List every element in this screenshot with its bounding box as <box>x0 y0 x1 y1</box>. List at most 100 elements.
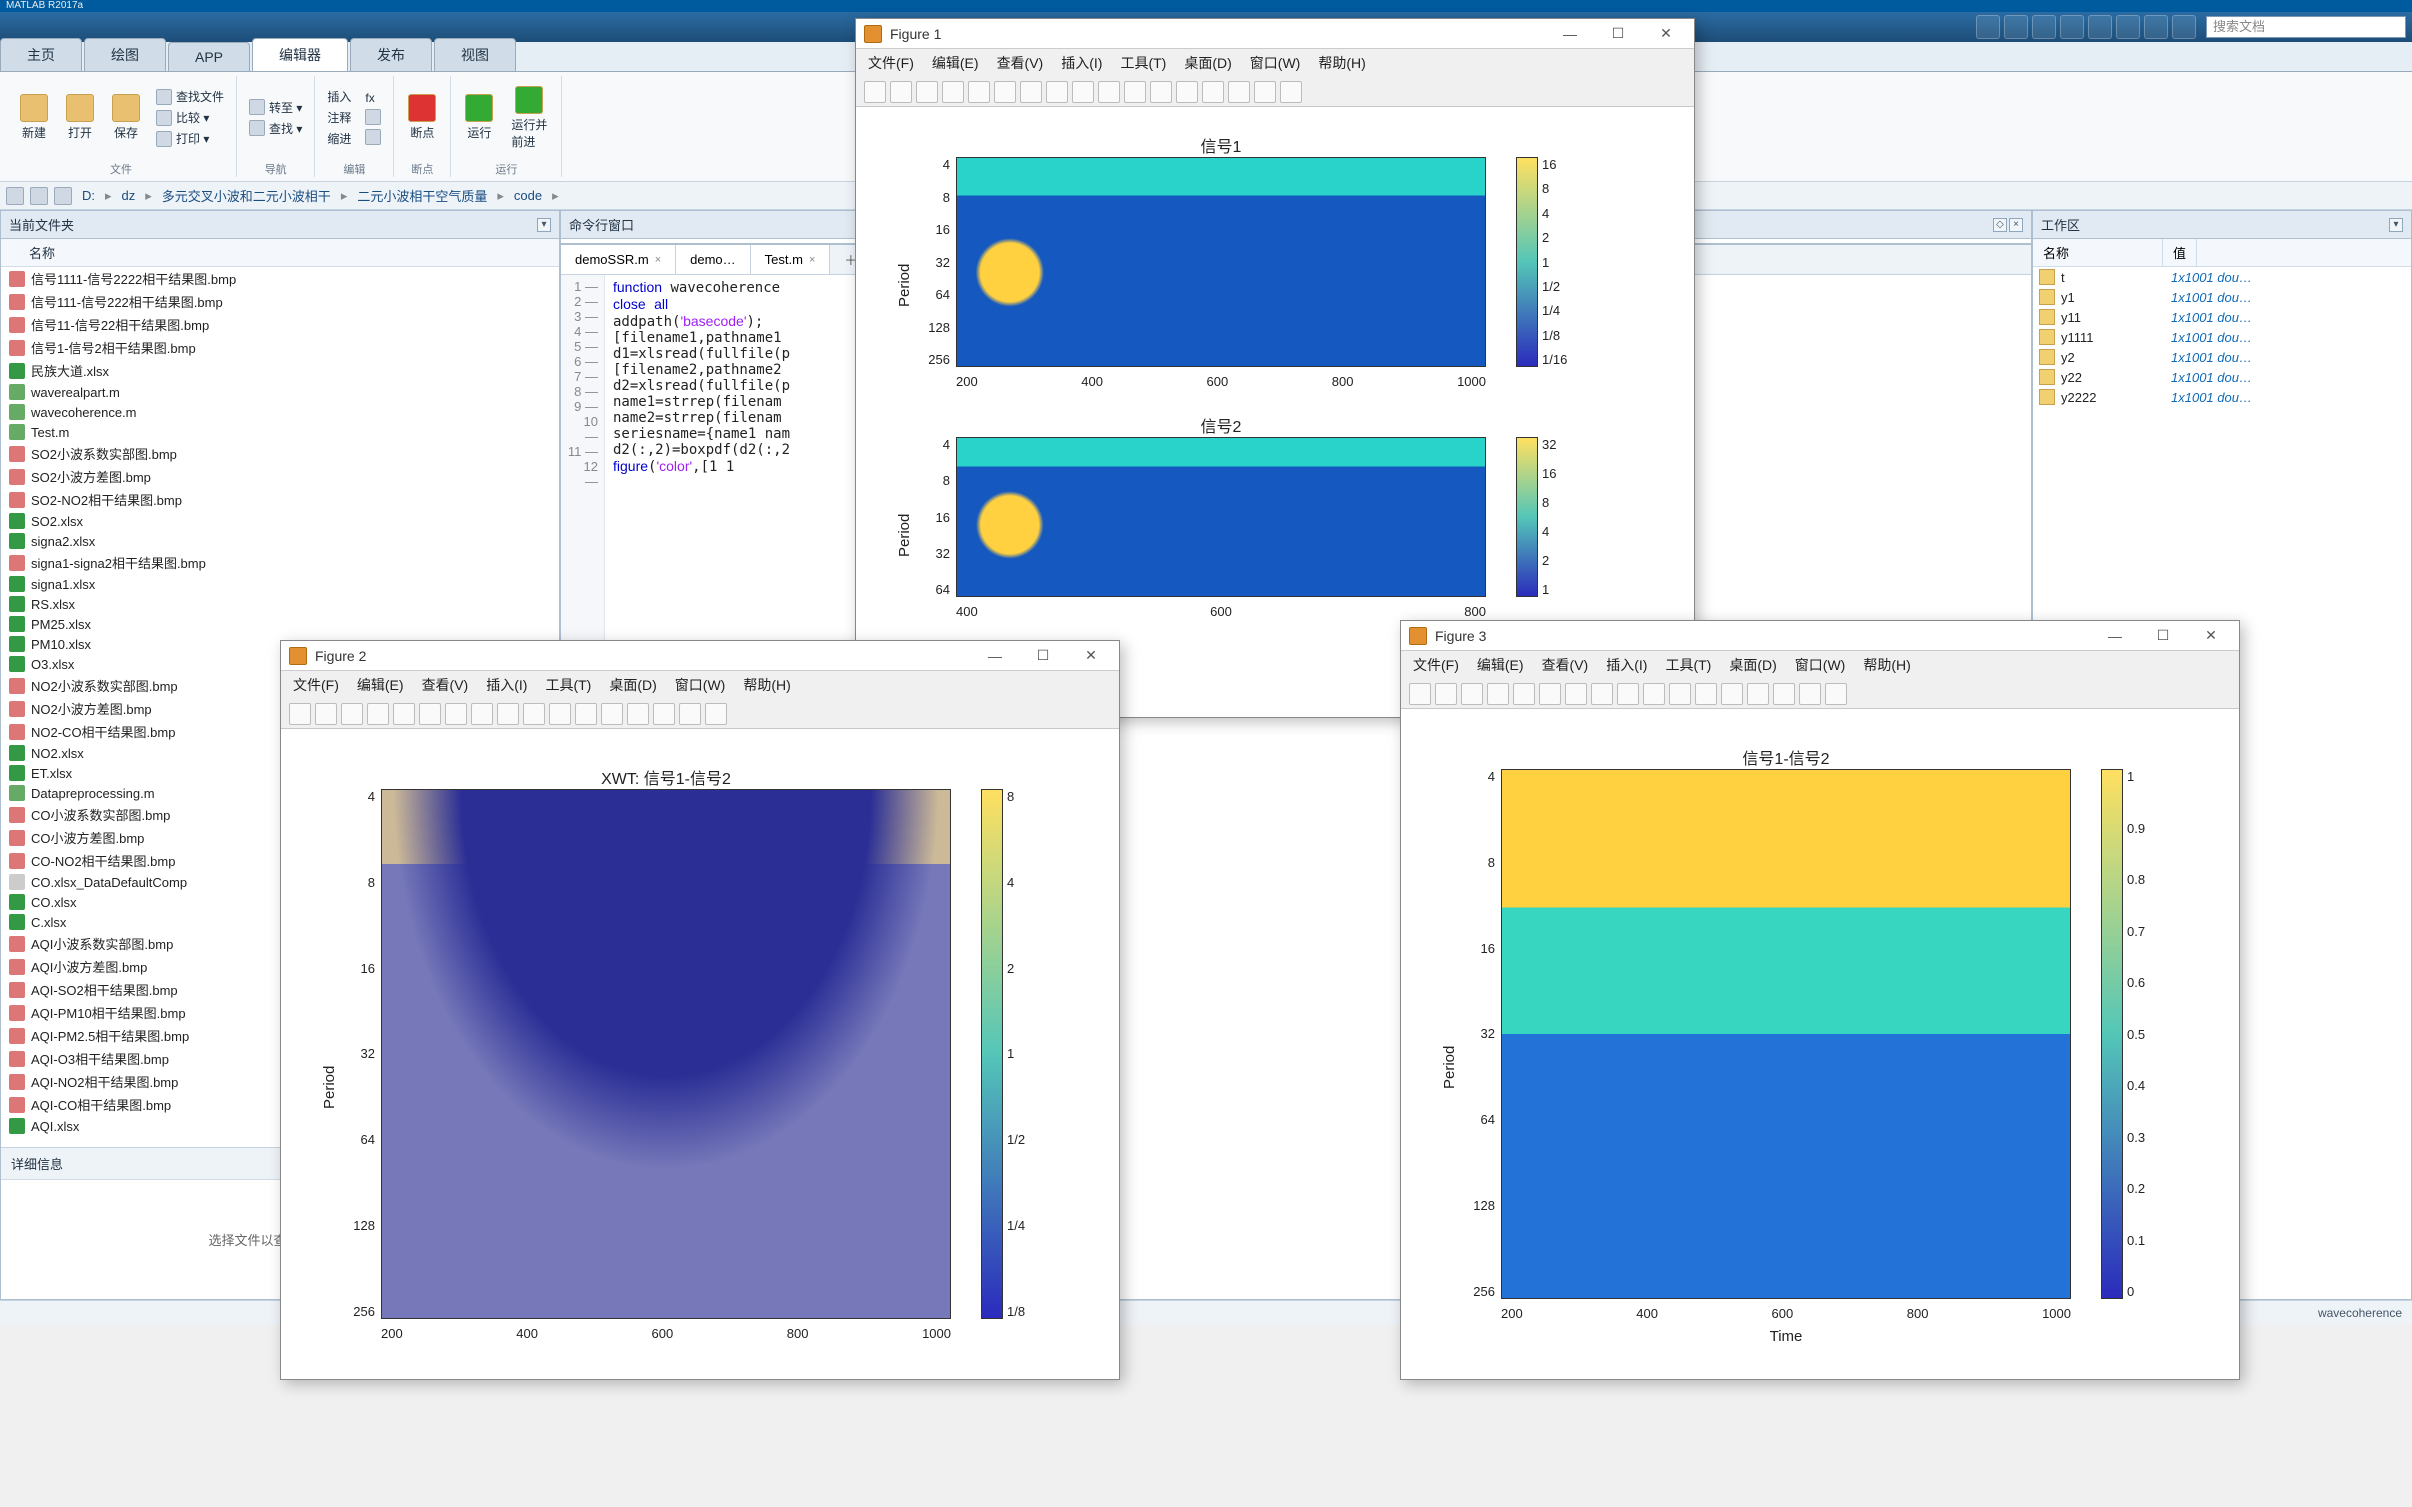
menu-edit[interactable]: 编辑(E) <box>932 53 979 73</box>
pointer-icon[interactable] <box>1513 683 1535 705</box>
brush-icon[interactable] <box>1669 683 1691 705</box>
menu-desktop[interactable]: 桌面(D) <box>1729 655 1776 675</box>
qat-icon[interactable] <box>2032 15 2056 39</box>
axes[interactable] <box>956 157 1486 367</box>
pan-icon[interactable] <box>1591 683 1613 705</box>
link-icon[interactable] <box>1150 81 1172 103</box>
new-fig-icon[interactable] <box>1409 683 1431 705</box>
colorbar[interactable] <box>1516 437 1538 597</box>
tab-apps[interactable]: APP <box>168 42 250 71</box>
menu-tools[interactable]: 工具(T) <box>1665 655 1711 675</box>
qat-icon[interactable] <box>2144 15 2168 39</box>
menu-insert[interactable]: 插入(I) <box>486 675 527 695</box>
print-icon[interactable] <box>367 703 389 725</box>
close-icon[interactable]: × <box>809 254 815 266</box>
workspace-row[interactable]: y22221x1001 dou… <box>2033 387 2411 407</box>
back-icon[interactable] <box>6 187 24 205</box>
open-icon[interactable] <box>1435 683 1457 705</box>
menu-desktop[interactable]: 桌面(D) <box>1184 53 1231 73</box>
run-advance-button[interactable]: 运行并 前进 <box>505 84 553 152</box>
edit-icon-button[interactable] <box>361 128 385 146</box>
dock-icon[interactable] <box>653 703 675 725</box>
tile-icon[interactable] <box>1280 81 1302 103</box>
file-row[interactable]: 信号1111-信号2222相干结果图.bmp <box>1 267 559 290</box>
axes[interactable] <box>381 789 951 1319</box>
tab-view[interactable]: 视图 <box>434 38 516 71</box>
zoom-in-icon[interactable] <box>1539 683 1561 705</box>
path-seg[interactable]: dz <box>118 188 140 203</box>
file-row[interactable]: Test.m <box>1 422 559 442</box>
file-row[interactable]: wavecoherence.m <box>1 402 559 422</box>
save-icon[interactable] <box>916 81 938 103</box>
stop-icon[interactable] <box>1254 81 1276 103</box>
insert-button[interactable]: 插入 <box>323 87 355 106</box>
search-docs-input[interactable]: 搜索文档 <box>2206 16 2406 38</box>
print-icon[interactable] <box>942 81 964 103</box>
zoom-out-icon[interactable] <box>445 703 467 725</box>
menu-help[interactable]: 帮助(H) <box>1863 655 1910 675</box>
maximize-button[interactable]: ☐ <box>1598 22 1638 46</box>
file-row[interactable]: signa1.xlsx <box>1 574 559 594</box>
menu-view[interactable]: 查看(V) <box>997 53 1044 73</box>
colorbar-icon[interactable] <box>601 703 623 725</box>
workspace-row[interactable]: y111x1001 dou… <box>2033 307 2411 327</box>
zoom-in-icon[interactable] <box>419 703 441 725</box>
file-row[interactable]: 信号111-信号222相干结果图.bmp <box>1 290 559 313</box>
tab-plots[interactable]: 绘图 <box>84 38 166 71</box>
close-button[interactable]: ✕ <box>2191 624 2231 648</box>
menu-window[interactable]: 窗口(W) <box>1795 655 1846 675</box>
editor-tab[interactable]: Test.m× <box>751 245 831 274</box>
figure-1-window[interactable]: Figure 1 — ☐ ✕ 文件(F) 编辑(E) 查看(V) 插入(I) 工… <box>855 18 1695 718</box>
menu-file[interactable]: 文件(F) <box>868 53 914 73</box>
edit-icon-button[interactable] <box>361 108 385 126</box>
editor-tab[interactable]: demo… <box>676 245 751 274</box>
path-seg[interactable]: 二元小波相干空气质量 <box>353 186 491 205</box>
col-name[interactable]: 名称 <box>2033 239 2163 266</box>
panel-dock-icon[interactable]: ◇ <box>1993 218 2007 232</box>
menu-edit[interactable]: 编辑(E) <box>1477 655 1524 675</box>
dock-icon[interactable] <box>1773 683 1795 705</box>
file-row[interactable]: SO2.xlsx <box>1 511 559 531</box>
workspace-row[interactable]: y21x1001 dou… <box>2033 347 2411 367</box>
minimize-button[interactable]: — <box>1550 22 1590 46</box>
axes[interactable] <box>956 437 1486 597</box>
fx-button[interactable]: fx <box>361 90 385 106</box>
open-button[interactable]: 打开 <box>60 92 100 143</box>
path-seg[interactable]: code <box>510 188 546 203</box>
new-fig-icon[interactable] <box>289 703 311 725</box>
colorbar[interactable] <box>1516 157 1538 367</box>
menu-edit[interactable]: 编辑(E) <box>357 675 404 695</box>
rotate-icon[interactable] <box>1072 81 1094 103</box>
close-icon[interactable]: × <box>655 254 661 266</box>
colorbar-icon[interactable] <box>1176 81 1198 103</box>
menu-desktop[interactable]: 桌面(D) <box>609 675 656 695</box>
qat-icon[interactable] <box>2116 15 2140 39</box>
tab-publish[interactable]: 发布 <box>350 38 432 71</box>
figure-2-window[interactable]: Figure 2 — ☐ ✕ 文件(F) 编辑(E) 查看(V) 插入(I) 工… <box>280 640 1120 1380</box>
file-row[interactable]: 信号11-信号22相干结果图.bmp <box>1 313 559 336</box>
datacursor-icon[interactable] <box>1643 683 1665 705</box>
editor-tab[interactable]: demoSSR.m× <box>561 245 676 274</box>
stop-icon[interactable] <box>679 703 701 725</box>
zoom-out-icon[interactable] <box>1565 683 1587 705</box>
menu-help[interactable]: 帮助(H) <box>743 675 790 695</box>
tab-home[interactable]: 主页 <box>0 38 82 71</box>
file-row[interactable]: 民族大道.xlsx <box>1 359 559 382</box>
legend-icon[interactable] <box>627 703 649 725</box>
maximize-button[interactable]: ☐ <box>1023 644 1063 668</box>
qat-icon[interactable] <box>1976 15 2000 39</box>
colorbar[interactable] <box>981 789 1003 1319</box>
workspace-row[interactable]: y11111x1001 dou… <box>2033 327 2411 347</box>
comment-button[interactable]: 注释 <box>323 108 355 127</box>
open-icon[interactable] <box>315 703 337 725</box>
legend-icon[interactable] <box>1747 683 1769 705</box>
pointer-icon[interactable] <box>393 703 415 725</box>
save-icon[interactable] <box>341 703 363 725</box>
panel-menu-icon[interactable]: ▾ <box>2389 218 2403 232</box>
workspace-row[interactable]: y11x1001 dou… <box>2033 287 2411 307</box>
file-row[interactable]: PM25.xlsx <box>1 614 559 634</box>
rotate-icon[interactable] <box>497 703 519 725</box>
up-icon[interactable] <box>54 187 72 205</box>
menu-file[interactable]: 文件(F) <box>293 675 339 695</box>
figure-3-window[interactable]: Figure 3 — ☐ ✕ 文件(F) 编辑(E) 查看(V) 插入(I) 工… <box>1400 620 2240 1380</box>
